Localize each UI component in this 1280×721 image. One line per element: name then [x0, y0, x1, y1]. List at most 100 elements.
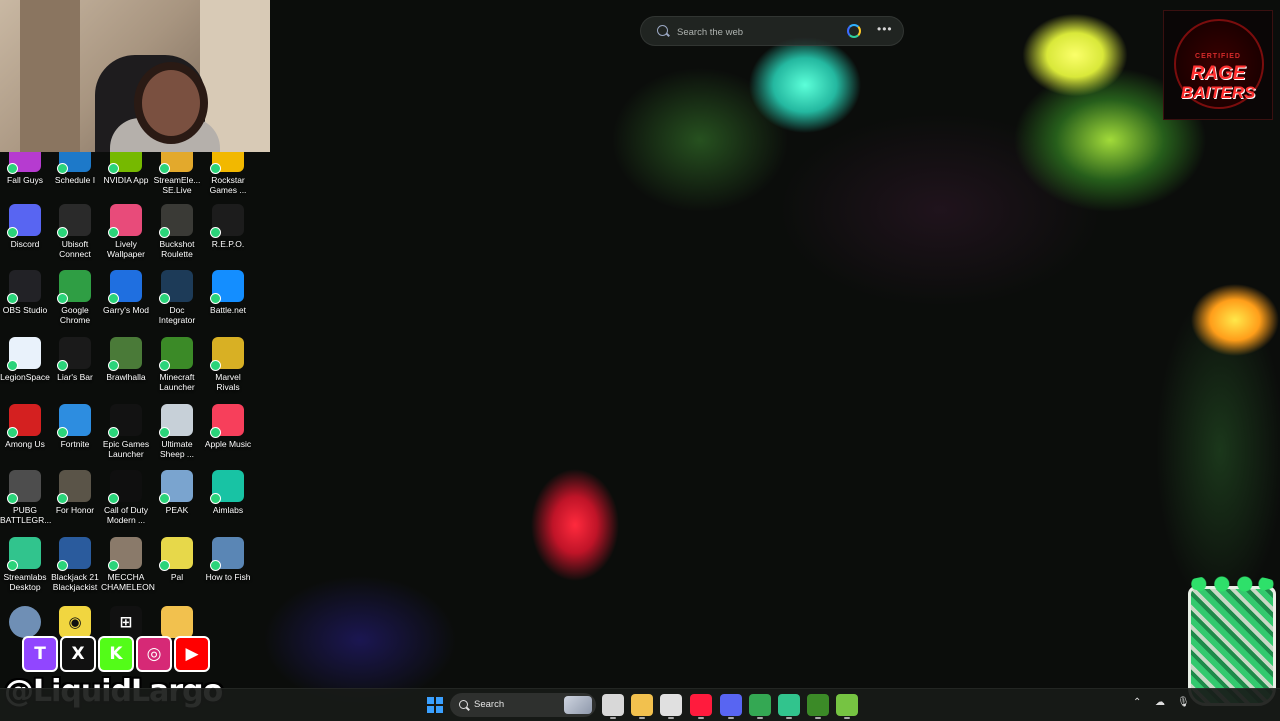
desktop-icon-partial-1[interactable] [0, 606, 50, 638]
desktop-icon-label: Ubisoft Connect [59, 239, 91, 259]
desktop-icon[interactable]: Pal [152, 537, 202, 582]
steam-icon[interactable] [660, 694, 682, 716]
desktop-icon[interactable]: Brawlhalla [101, 337, 151, 382]
copilot-icon[interactable] [847, 24, 861, 38]
desktop-icon[interactable]: Buckshot Roulette [152, 204, 202, 259]
app-icon [159, 537, 193, 571]
desktop-icon[interactable]: Ultimate Sheep ... [152, 404, 202, 459]
microphone-icon[interactable]: 🎙 [1177, 697, 1190, 708]
sync-status-icon [108, 293, 119, 304]
desktop-icon-partial-2[interactable]: ◉ [50, 606, 100, 638]
desktop-icon[interactable]: Streamlabs Desktop [0, 537, 50, 592]
sync-status-icon [210, 493, 221, 504]
sync-status-icon [7, 560, 18, 571]
minecraft-icon[interactable] [807, 694, 829, 716]
desktop-icon[interactable]: Marvel Rivals [203, 337, 253, 392]
eye-icon: ◉ [59, 606, 91, 638]
x-icon: X [60, 636, 96, 672]
desktop-icon[interactable]: Google Chrome [50, 270, 100, 325]
desktop-icon[interactable]: PEAK [152, 470, 202, 515]
desktop-icon-label: PUBG BATTLEGR... [0, 505, 52, 525]
chevron-up-icon[interactable]: ⌃ [1133, 697, 1141, 708]
desktop-icon[interactable]: Battle.net [203, 270, 253, 315]
discord-icon[interactable] [720, 694, 742, 716]
desktop-icon-label: R.E.P.O. [211, 239, 245, 249]
opera-gx-icon[interactable] [690, 694, 712, 716]
desktop-icon[interactable]: Epic Games Launcher [101, 404, 151, 459]
network-icon[interactable]: ☁ [1155, 697, 1165, 708]
file-explorer-icon[interactable] [631, 694, 653, 716]
desktop-icon[interactable]: LegionSpace [0, 337, 50, 382]
desktop-icon[interactable]: Blackjack 21 Blackjackist [50, 537, 100, 592]
sync-status-icon [159, 560, 170, 571]
desktop-icon-label: Epic Games Launcher [102, 439, 150, 459]
desktop-icon[interactable]: Garry's Mod [101, 270, 151, 315]
more-options-icon[interactable]: ••• [877, 22, 893, 36]
desktop-icon[interactable]: Schedule I [50, 152, 100, 185]
desktop-icon[interactable]: For Honor [50, 470, 100, 515]
web-search-input[interactable] [675, 23, 839, 41]
app-icon [57, 470, 91, 504]
minecraft-launcher-icon[interactable] [836, 694, 858, 716]
search-highlight-image [564, 696, 592, 714]
app-icon [57, 404, 91, 438]
desktop-icon[interactable]: Doc Integrator [152, 270, 202, 325]
desktop-icon[interactable]: How to Fish [203, 537, 253, 582]
desktop-icon-label: Fall Guys [7, 175, 43, 185]
app-icon [7, 404, 41, 438]
desktop-icon[interactable]: Liar's Bar [50, 337, 100, 382]
running-indicator [844, 717, 850, 719]
desktop-icon[interactable]: MECCHA CHAMELEON [101, 537, 155, 592]
app-icon [108, 204, 142, 238]
sync-status-icon [108, 493, 119, 504]
desktop-icon[interactable]: StreamEle... SE.Live [152, 152, 202, 195]
desktop-icon[interactable]: Call of Duty Modern ... [101, 470, 151, 525]
desktop-icon[interactable]: Lively Wallpaper [101, 204, 151, 259]
desktop-icon[interactable]: OBS Studio [0, 270, 50, 315]
app-icon [108, 270, 142, 304]
desktop-icon[interactable]: Minecraft Launcher [152, 337, 202, 392]
desktop-icon-label: Brawlhalla [106, 372, 146, 382]
desktop-icon-label: Fortnite [60, 439, 90, 449]
desktop-icon-partial-3[interactable]: ⊞ [101, 606, 151, 638]
twitch-icon: T [22, 636, 58, 672]
app-icon [210, 470, 244, 504]
taskbar-search[interactable]: Search [450, 693, 596, 717]
app-icon [210, 152, 244, 174]
desktop-icon[interactable]: PUBG BATTLEGR... [0, 470, 52, 525]
desktop-icon[interactable]: Apple Music [203, 404, 253, 449]
desktop-icon-partial-4[interactable] [152, 606, 202, 638]
streamlabs-icon[interactable] [778, 694, 800, 716]
sync-status-icon [57, 427, 68, 438]
desktop-icon[interactable]: Aimlabs [203, 470, 253, 515]
chrome-icon[interactable] [749, 694, 771, 716]
desktop-icon-label: How to Fish [205, 572, 251, 582]
webcam-overlay [0, 0, 270, 152]
desktop-icon[interactable]: Ubisoft Connect [50, 204, 100, 259]
desktop-icon-label: For Honor [55, 505, 95, 515]
start-button[interactable] [424, 694, 446, 716]
desktop-icon-label: Lively Wallpaper [107, 239, 145, 259]
logo-text-line3: BAITERS [1180, 83, 1256, 102]
desktop-icon[interactable]: Fall Guys [0, 152, 50, 185]
desktop-icon[interactable]: Discord [0, 204, 50, 249]
task-view-icon[interactable] [602, 694, 624, 716]
desktop-icon[interactable]: R.E.P.O. [203, 204, 253, 249]
sync-status-icon [159, 227, 170, 238]
sync-status-icon [57, 360, 68, 371]
web-search-widget[interactable]: ••• [640, 16, 904, 46]
app-icon [159, 404, 193, 438]
social-icons-overlay: T X K ◎ ▶ [22, 636, 210, 674]
desktop-icon[interactable]: Fortnite [50, 404, 100, 449]
desktop-icon[interactable]: Among Us [0, 404, 50, 449]
desktop-icon[interactable]: NVIDIA App [101, 152, 151, 185]
sync-status-icon [108, 163, 119, 174]
sync-status-icon [159, 427, 170, 438]
desktop-icon-label: Schedule I [54, 175, 96, 185]
desktop-icon-label: StreamEle... SE.Live [153, 175, 201, 195]
desktop-icon-label: Battle.net [210, 305, 246, 315]
sync-status-icon [7, 493, 18, 504]
desktop-icon[interactable]: Rockstar Games ... [203, 152, 253, 195]
kick-icon: K [98, 636, 134, 672]
sync-status-icon [210, 360, 221, 371]
